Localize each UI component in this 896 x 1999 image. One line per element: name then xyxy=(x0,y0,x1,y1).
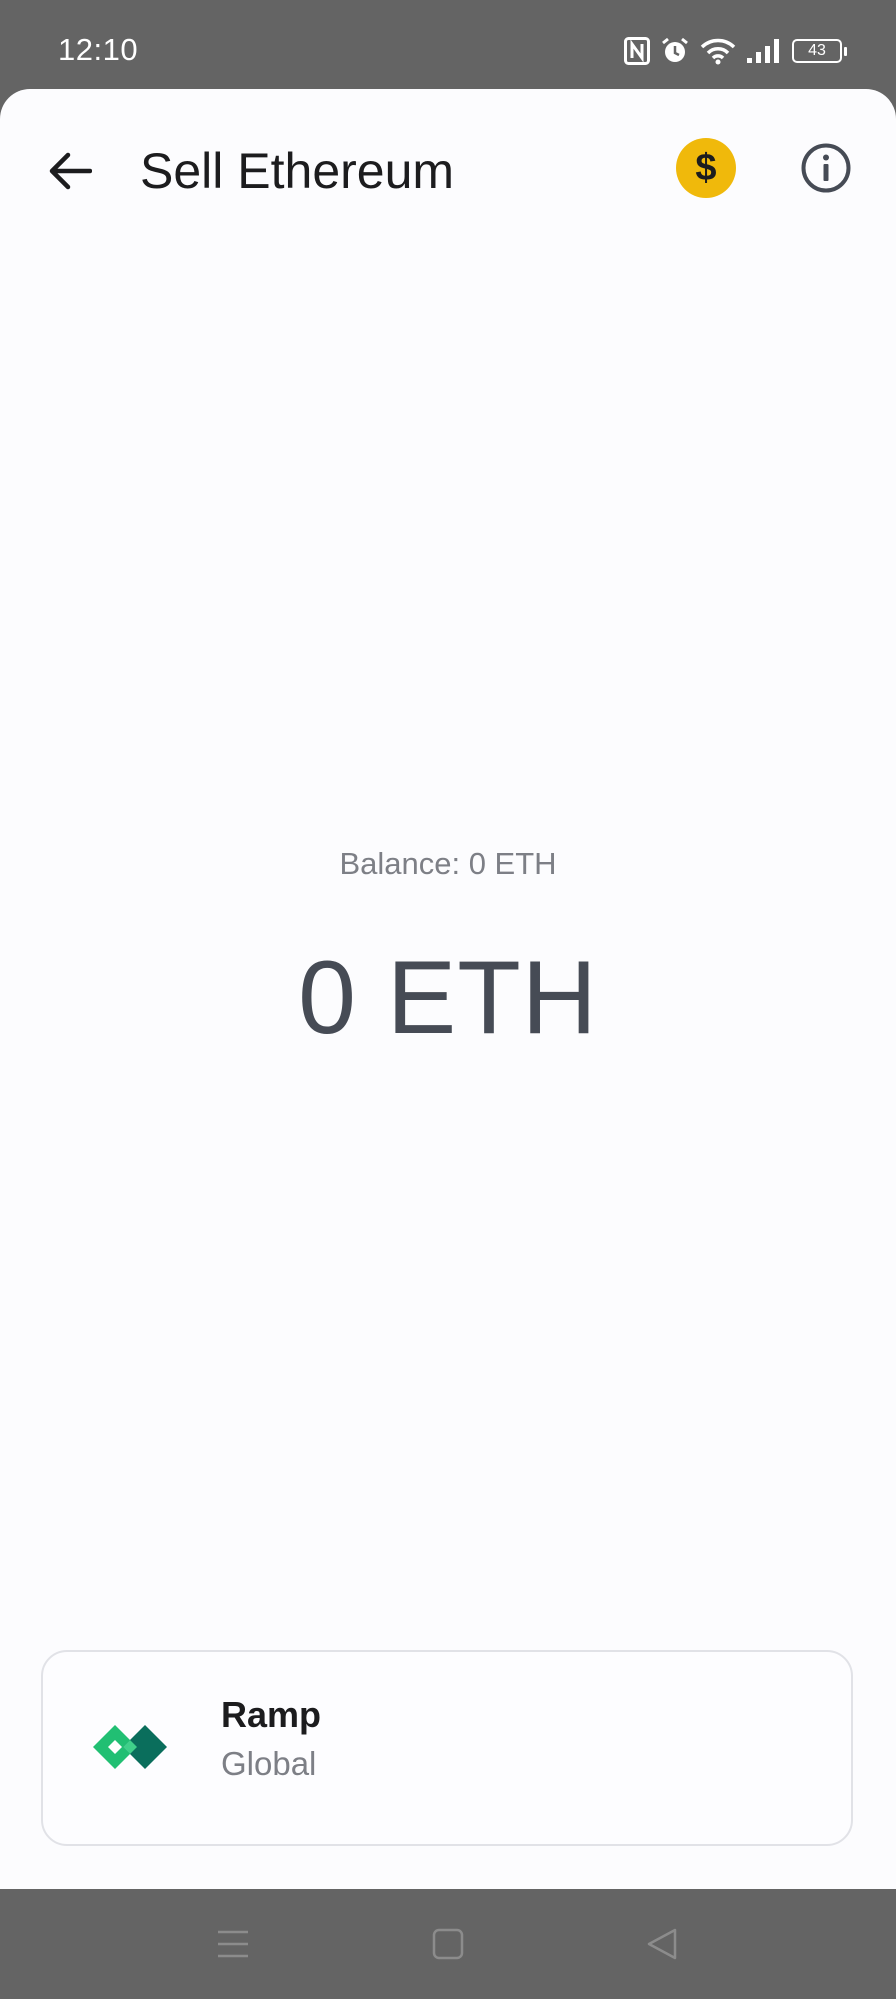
arrow-left-icon xyxy=(49,152,92,190)
status-icons: 43 xyxy=(624,34,847,68)
battery-icon: 43 xyxy=(792,39,847,63)
page-title: Sell Ethereum xyxy=(140,143,455,199)
status-bar: 12:10 43 xyxy=(0,0,896,90)
dollar-icon: $ xyxy=(695,146,717,189)
back-triangle-icon xyxy=(647,1928,677,1960)
currency-button[interactable]: $ xyxy=(676,138,736,198)
alarm-icon xyxy=(660,36,690,66)
info-button[interactable] xyxy=(796,138,856,198)
provider-name: Ramp xyxy=(221,1694,322,1735)
balance-label: Balance: 0 ETH xyxy=(339,846,557,881)
nfc-icon xyxy=(624,37,650,65)
nav-back-button[interactable] xyxy=(637,1919,687,1969)
info-icon xyxy=(801,143,851,193)
signal-icon xyxy=(746,38,782,64)
amount-display[interactable]: 0 ETH xyxy=(0,939,896,1058)
menu-icon xyxy=(218,1930,248,1958)
provider-card[interactable]: Ramp Global xyxy=(41,1650,853,1846)
battery-level: 43 xyxy=(808,42,826,59)
menu-button[interactable] xyxy=(208,1919,258,1969)
home-icon xyxy=(432,1928,464,1960)
home-button[interactable] xyxy=(423,1919,473,1969)
system-nav-bar xyxy=(0,1889,896,1999)
provider-region: Global xyxy=(221,1745,317,1782)
back-button[interactable] xyxy=(40,141,100,201)
ramp-logo-icon xyxy=(93,1725,167,1769)
sell-sheet: Sell Ethereum $ Balance: 0 ETH 0 ETH Ram… xyxy=(0,89,896,1889)
status-time: 12:10 xyxy=(58,32,139,67)
wifi-icon xyxy=(700,37,736,65)
app-bar: Sell Ethereum $ xyxy=(0,89,896,249)
